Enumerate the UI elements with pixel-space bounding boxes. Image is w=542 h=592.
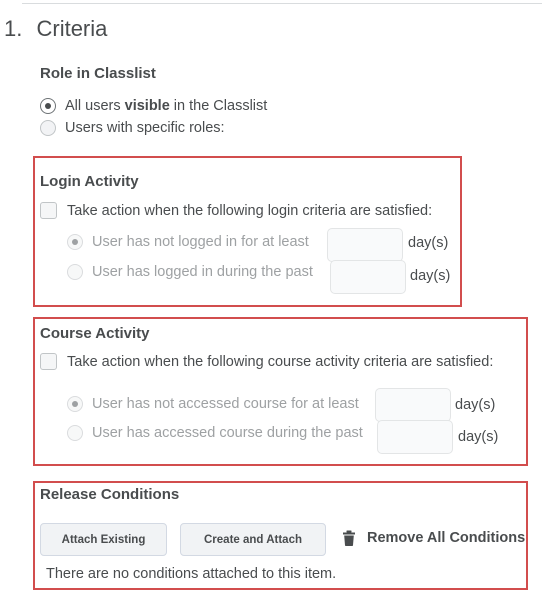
radio-button[interactable] (67, 264, 83, 280)
radio-button[interactable] (67, 396, 83, 412)
course-option-not-accessed[interactable]: User has not accessed course for at leas… (67, 396, 359, 412)
role-option-all-users[interactable]: All users visible in the Classlist (40, 98, 267, 114)
login-logged-days-input[interactable] (330, 260, 406, 294)
course-accessed-days-input[interactable] (377, 420, 453, 454)
release-heading: Release Conditions (40, 486, 180, 503)
login-option-not-logged[interactable]: User has not logged in for at least (67, 234, 309, 250)
login-option-not-logged-label: User has not logged in for at least (92, 234, 309, 250)
login-option-logged[interactable]: User has logged in during the past (67, 264, 313, 280)
trash-icon (343, 530, 355, 546)
login-not-logged-days-input[interactable] (327, 228, 403, 262)
radio-button[interactable] (67, 425, 83, 441)
days-unit-label: day(s) (408, 235, 449, 251)
section-title: 1. Criteria (4, 16, 107, 42)
login-criteria-checkbox[interactable] (40, 202, 57, 219)
days-unit-label: day(s) (410, 268, 451, 284)
remove-all-label: Remove All Conditions (367, 530, 526, 546)
login-heading: Login Activity (40, 173, 139, 190)
login-option-logged-label: User has logged in during the past (92, 264, 313, 280)
course-heading: Course Activity (40, 325, 150, 342)
days-unit-label: day(s) (455, 397, 496, 413)
divider (22, 3, 542, 4)
course-criteria-label: Take action when the following course ac… (67, 353, 494, 370)
create-and-attach-button[interactable]: Create and Attach (180, 523, 326, 556)
section-number: 1. (4, 16, 23, 41)
login-criteria-checkbox-row[interactable]: Take action when the following login cri… (40, 202, 432, 219)
role-option-specific-label: Users with specific roles: (65, 120, 225, 136)
radio-button[interactable] (67, 234, 83, 250)
remove-all-conditions-button[interactable]: Remove All Conditions (343, 530, 525, 546)
release-criteria-page: 1. Criteria Role in Classlist All users … (0, 0, 542, 592)
no-conditions-note: There are no conditions attached to this… (46, 566, 337, 582)
course-option-accessed-label: User has accessed course during the past (92, 425, 363, 441)
course-option-not-accessed-label: User has not accessed course for at leas… (92, 396, 359, 412)
role-option-all-label: All users visible in the Classlist (65, 98, 268, 114)
course-not-accessed-days-input[interactable] (375, 388, 451, 422)
radio-button[interactable] (40, 98, 56, 114)
course-option-accessed[interactable]: User has accessed course during the past (67, 425, 363, 441)
course-criteria-checkbox[interactable] (40, 353, 57, 370)
login-criteria-label: Take action when the following login cri… (67, 202, 433, 219)
course-criteria-checkbox-row[interactable]: Take action when the following course ac… (40, 353, 493, 370)
section-title-text: Criteria (36, 16, 108, 41)
radio-button[interactable] (40, 120, 56, 136)
days-unit-label: day(s) (458, 429, 499, 445)
role-option-specific[interactable]: Users with specific roles: (40, 120, 225, 136)
attach-existing-button[interactable]: Attach Existing (40, 523, 167, 556)
role-heading: Role in Classlist (40, 65, 156, 82)
